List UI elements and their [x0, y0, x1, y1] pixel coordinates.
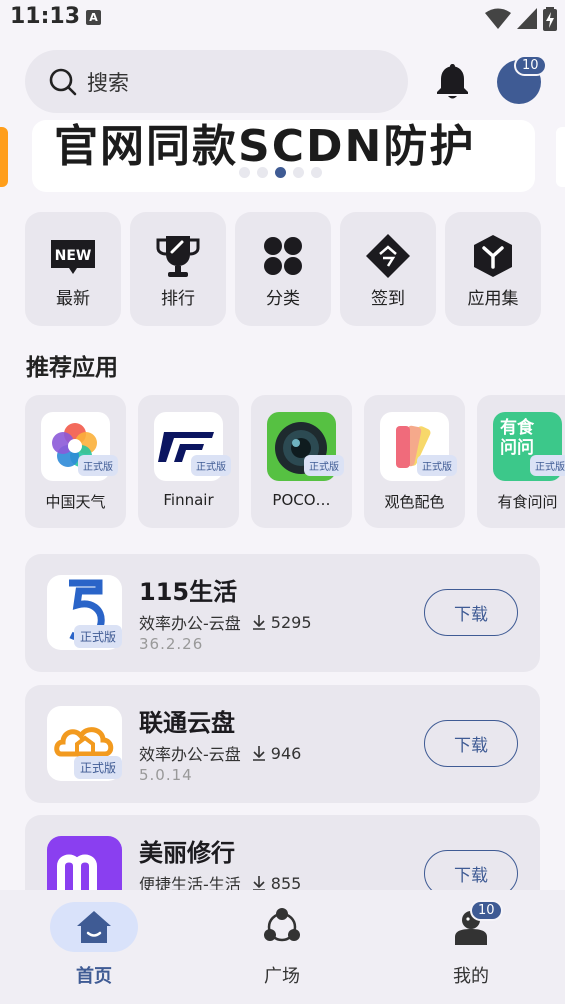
wifi-icon [485, 8, 511, 29]
recommended-app-name: POCO… [272, 491, 331, 509]
app-name: 联通云盘 [139, 709, 235, 737]
banner-dot-active[interactable] [275, 167, 286, 178]
avatar-badge: 10 [514, 55, 547, 76]
recommended-app-card[interactable]: 有食问问 正式版 有食问问 [477, 395, 565, 528]
release-badge: 正式版 [78, 455, 118, 476]
svg-text:NEW: NEW [55, 248, 92, 264]
banner-text: 官网同款SCDN防护 [54, 121, 476, 172]
nav-label: 首页 [76, 966, 112, 987]
banner-next-peek[interactable] [556, 127, 565, 187]
trophy-icon [156, 236, 200, 277]
signal-icon [517, 8, 537, 29]
quick-action-label: 排行 [161, 289, 195, 309]
search-bar[interactable]: 搜索 [25, 50, 408, 113]
quick-action-label: 应用集 [467, 289, 519, 309]
search-placeholder: 搜索 [87, 70, 129, 95]
recommended-app-name: 中国天气 [45, 493, 106, 511]
status-bar: 11:13 A [0, 0, 565, 40]
nav-label: 广场 [264, 966, 300, 987]
home-icon [77, 911, 111, 943]
quick-action-label: 签到 [371, 289, 405, 309]
banner-dot[interactable] [257, 167, 268, 178]
download-count-icon [252, 746, 265, 761]
release-badge: 正式版 [74, 756, 123, 779]
recommended-app-name: 有食问问 [497, 493, 558, 511]
banner-dot[interactable] [239, 167, 250, 178]
quick-action-app-collection[interactable]: 应用集 [445, 212, 541, 326]
release-badge: 正式版 [74, 625, 123, 648]
community-icon [264, 908, 300, 942]
search-icon [49, 68, 77, 95]
quick-action-label: 最新 [56, 289, 90, 309]
recommended-app-card[interactable]: 正式版 POCO… [251, 395, 352, 528]
app-meta: 效率办公-云盘 946 [139, 741, 301, 765]
quick-action-label: 分类 [266, 289, 300, 309]
recommended-app-card[interactable]: 正式版 观色配色 [364, 395, 465, 528]
app-version: 36.2.26 [139, 635, 204, 653]
app-name: 美丽修行 [139, 839, 235, 867]
category-grid-icon [264, 237, 302, 275]
banner-dot[interactable] [293, 167, 304, 178]
recommended-app-card[interactable]: 正式版 中国天气 [25, 395, 126, 528]
download-count: 946 [270, 743, 302, 763]
download-count-icon [252, 615, 265, 630]
release-badge: 正式版 [417, 455, 457, 476]
recommended-app-card[interactable]: 正式版 Finnair [138, 395, 239, 528]
quick-action-ranking[interactable]: 排行 [130, 212, 226, 326]
app-list-item[interactable]: 正式版 联通云盘 效率办公-云盘 946 5.0.14 下载 [25, 685, 540, 803]
app-meta: 效率办公-云盘 5295 [139, 610, 312, 634]
battery-charging-icon [543, 7, 557, 31]
promo-banner[interactable]: 官网同款SCDN防护 [32, 120, 535, 192]
app-version: 5.0.14 [139, 766, 193, 784]
quick-action-checkin[interactable]: 签到 [340, 212, 436, 326]
download-button[interactable]: 下载 [424, 589, 518, 636]
recommended-app-name: Finnair [163, 491, 214, 509]
notification-a-icon: A [86, 10, 101, 25]
nav-label: 我的 [453, 966, 489, 987]
banner-dot[interactable] [311, 167, 322, 178]
app-category: 效率办公-云盘 [139, 745, 241, 764]
nav-mine-badge: 10 [470, 900, 503, 921]
banner-dots [239, 167, 322, 178]
status-time: 11:13 [10, 4, 81, 29]
checkin-icon [366, 234, 410, 278]
app-name: 115生活 [139, 578, 238, 606]
release-badge: 正式版 [530, 455, 565, 476]
status-icons [485, 7, 557, 31]
release-badge: 正式版 [191, 455, 231, 476]
download-count: 5295 [270, 612, 312, 632]
download-count-icon [252, 876, 265, 891]
app-collection-icon [474, 235, 512, 277]
section-title-recommended: 推荐应用 [26, 355, 118, 381]
new-icon: NEW [51, 240, 95, 274]
download-button[interactable]: 下载 [424, 720, 518, 767]
nav-item-home[interactable]: 首页 [0, 890, 188, 1004]
quick-action-latest[interactable]: NEW 最新 [25, 212, 121, 326]
youshi-icon-text: 有食问问 [500, 418, 534, 458]
recommended-app-name: 观色配色 [384, 493, 445, 511]
bell-icon[interactable] [436, 62, 469, 100]
app-category: 效率办公-云盘 [139, 614, 241, 633]
release-badge: 正式版 [304, 455, 344, 476]
banner-prev-peek[interactable] [0, 127, 8, 187]
quick-action-category[interactable]: 分类 [235, 212, 331, 326]
nav-item-square[interactable]: 广场 [188, 890, 376, 1004]
app-list-item[interactable]: 正式版 115生活 效率办公-云盘 5295 36.2.26 下载 [25, 554, 540, 672]
